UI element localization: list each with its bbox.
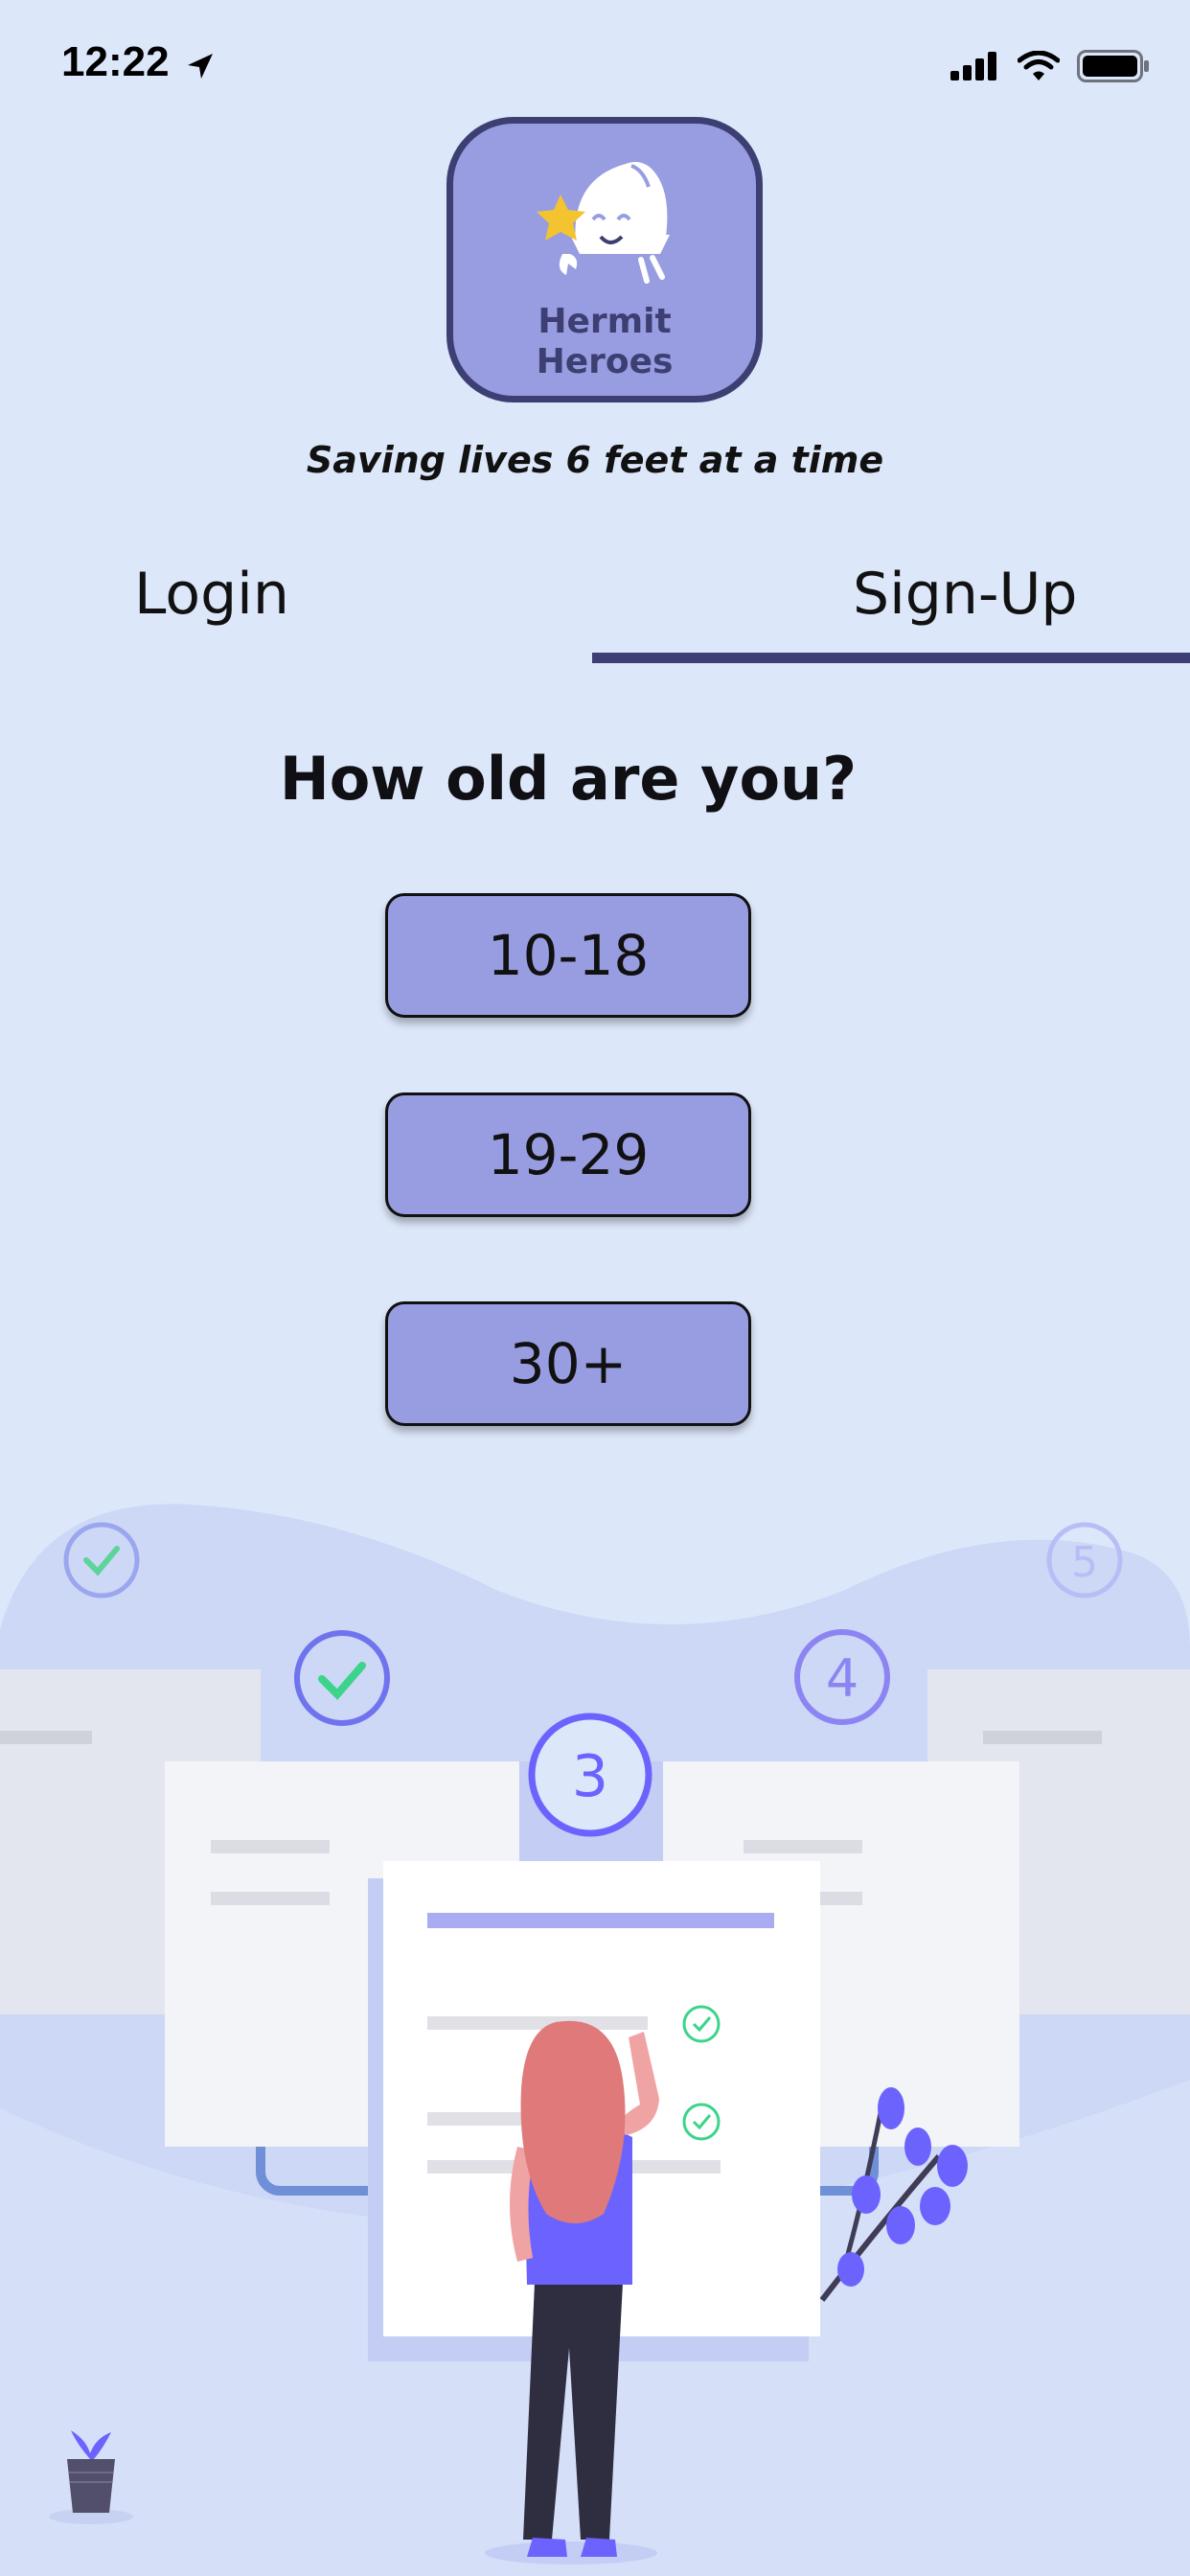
app-name: Hermit Heroes	[453, 302, 756, 382]
tagline: Saving lives 6 feet at a time	[306, 439, 884, 481]
app-logo: Hermit Heroes	[446, 117, 763, 402]
wifi-icon	[1018, 51, 1060, 80]
battery-icon	[1077, 50, 1149, 82]
age-option-10-18-button[interactable]: 10-18	[385, 893, 751, 1018]
age-question: How old are you?	[279, 744, 858, 814]
tab-login[interactable]: Login	[134, 561, 289, 628]
hermit-crab-icon	[537, 162, 670, 284]
location-arrow-icon	[188, 54, 213, 79]
age-option-19-29-button[interactable]: 19-29	[385, 1092, 751, 1217]
status-indicators	[950, 50, 1152, 82]
step-4-label: 4	[826, 1648, 858, 1709]
tab-signup[interactable]: Sign-Up	[853, 561, 1078, 628]
checklist-illustration: 3 4 5	[0, 1504, 1190, 2576]
step-5-label: 5	[1071, 1538, 1098, 1587]
step-3-label: 3	[572, 1743, 608, 1810]
active-tab-indicator	[592, 653, 1190, 663]
plant-pot-icon	[49, 2430, 133, 2524]
cellular-signal-icon	[950, 52, 996, 80]
app-name-line1: Hermit	[538, 302, 672, 341]
app-name-line2: Heroes	[536, 342, 674, 381]
age-option-30-plus-button[interactable]: 30+	[385, 1301, 751, 1426]
status-time: 12:22	[61, 38, 170, 85]
status-bar: 12:22	[0, 0, 1190, 134]
